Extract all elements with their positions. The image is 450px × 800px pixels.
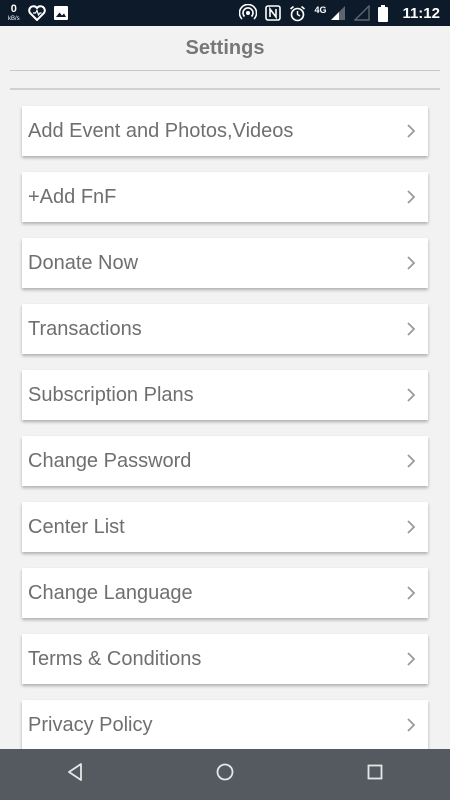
header-divider: [10, 70, 440, 71]
home-icon: [216, 763, 234, 786]
nfc-icon: [265, 5, 282, 21]
settings-item-label: Transactions: [28, 317, 142, 340]
settings-item-label: Privacy Policy: [28, 713, 153, 736]
image-icon: [53, 6, 68, 20]
chevron-right-icon: [400, 186, 422, 208]
settings-item-privacy-policy[interactable]: Privacy Policy: [22, 700, 428, 750]
chevron-right-icon: [400, 582, 422, 604]
header-divider-lower: [10, 88, 440, 90]
network-speed: 0 kB/s: [8, 3, 20, 23]
settings-item-label: +Add FnF: [28, 185, 117, 208]
settings-item-change-password[interactable]: Change Password: [22, 436, 428, 486]
network-speed-unit: kB/s: [8, 16, 20, 22]
status-left: 0 kB/s: [8, 0, 68, 26]
header: Settings: [0, 26, 450, 70]
chevron-right-icon: [400, 318, 422, 340]
heart-icon: [27, 5, 46, 21]
recents-icon: [367, 764, 383, 785]
status-right: 4G 11:12: [239, 0, 440, 26]
page-title: Settings: [185, 36, 265, 59]
system-nav-bar: [0, 749, 450, 800]
settings-item-change-language[interactable]: Change Language: [22, 568, 428, 618]
back-icon: [67, 763, 83, 786]
settings-item-label: Change Language: [28, 581, 193, 604]
settings-screen: 0 kB/s 4G 11:12 Settings Add Event and P…: [0, 0, 450, 800]
network-speed-value: 0: [10, 3, 17, 15]
settings-item-label: Subscription Plans: [28, 383, 194, 406]
chevron-right-icon: [400, 516, 422, 538]
chevron-right-icon: [400, 648, 422, 670]
settings-item-terms[interactable]: Terms & Conditions: [22, 634, 428, 684]
chevron-right-icon: [400, 120, 422, 142]
settings-item-label: Terms & Conditions: [28, 647, 202, 670]
status-bar: 0 kB/s 4G 11:12: [0, 0, 450, 26]
back-button[interactable]: [45, 749, 105, 800]
settings-item-add-event[interactable]: Add Event and Photos,Videos: [22, 106, 428, 156]
battery-icon: [378, 4, 389, 22]
settings-item-label: Change Password: [28, 449, 192, 472]
chevron-right-icon: [400, 714, 422, 736]
settings-item-label: Center List: [28, 515, 125, 538]
chevron-right-icon: [400, 450, 422, 472]
recents-button[interactable]: [345, 749, 405, 800]
settings-item-transactions[interactable]: Transactions: [22, 304, 428, 354]
alarm-icon: [289, 5, 306, 22]
settings-item-label: Add Event and Photos,Videos: [28, 119, 294, 142]
settings-item-subscription-plans[interactable]: Subscription Plans: [22, 370, 428, 420]
settings-item-label: Donate Now: [28, 251, 139, 274]
settings-item-donate[interactable]: Donate Now: [22, 238, 428, 288]
settings-item-add-fnf[interactable]: +Add FnF: [22, 172, 428, 222]
signal-icon: [330, 5, 346, 21]
chevron-right-icon: [400, 384, 422, 406]
settings-item-center-list[interactable]: Center List: [22, 502, 428, 552]
chevron-right-icon: [400, 252, 422, 274]
hotspot-icon: [239, 4, 258, 22]
signal-secondary-icon: [354, 5, 371, 21]
home-button[interactable]: [195, 749, 255, 800]
network-type: 4G: [314, 5, 327, 15]
clock: 11:12: [402, 4, 440, 22]
